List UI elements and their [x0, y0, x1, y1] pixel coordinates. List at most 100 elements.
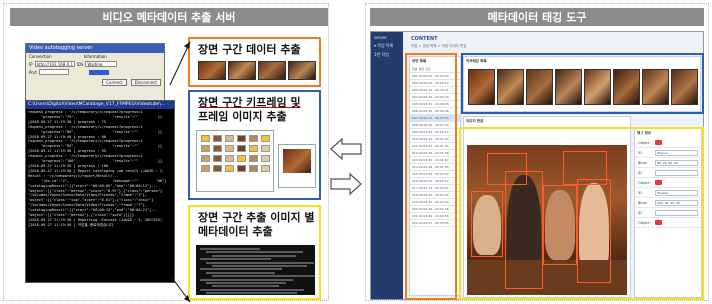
keyframe-strip — [468, 69, 698, 105]
thumbnail[interactable] — [213, 145, 222, 152]
connect-button[interactable]: Connect — [102, 79, 127, 86]
bbox[interactable] — [577, 179, 611, 283]
scene-row[interactable]: 013 00:01:39 - 00:01:47 — [410, 157, 460, 164]
scene-row[interactable]: 006 00:00:39 - 00:00:46 — [410, 108, 460, 115]
scene-row[interactable]: 008 00:00:56 - 00:01:03 — [410, 122, 460, 129]
delete-tag-button[interactable] — [655, 220, 662, 225]
scene-row[interactable]: 019 00:02:31 - 00:02:39 — [410, 199, 460, 206]
console-line: "progress":"80", "results":"" }} — [40, 129, 163, 134]
tag-value-field[interactable] — [655, 169, 698, 176]
scene-row[interactable]: 001 00:00:00 - 00:00:04 — [410, 73, 460, 80]
disconnect-button[interactable]: Disconnect — [130, 79, 161, 86]
scene-row[interactable]: 021 00:02:49 - 00:02:56 — [410, 213, 460, 220]
thumbnail[interactable] — [225, 135, 234, 142]
thumbnail[interactable] — [261, 135, 270, 142]
thumbnail[interactable] — [249, 155, 258, 162]
thumbnail[interactable] — [225, 145, 234, 152]
tag-label: Object — [638, 140, 650, 145]
console-line: "/Volumes/Vayne/Scene/Data/Video/Friends… — [28, 203, 147, 208]
port-field[interactable] — [38, 69, 69, 75]
scene-row[interactable]: 016 00:02:05 - 00:02:12 — [410, 178, 460, 185]
scene-row[interactable]: 009 00:01:04 - 00:01:12 — [410, 129, 460, 136]
keyframe-thumbnail[interactable] — [555, 69, 582, 105]
console-line: request_progress : ~/c/temporary/c/reque… — [28, 139, 143, 144]
keyframe-thumbnail[interactable] — [671, 69, 698, 105]
scene-row[interactable]: 005 00:00:31 - 00:00:38 — [410, 101, 460, 108]
bbox[interactable] — [487, 153, 527, 185]
nav-item[interactable]: server — [371, 32, 403, 40]
thumbnail[interactable] — [249, 145, 258, 152]
thumbnail[interactable] — [201, 135, 210, 142]
film-frame — [198, 61, 226, 80]
tag-value-field[interactable] — [655, 209, 698, 216]
thumbnail[interactable] — [261, 155, 270, 162]
thumbnail[interactable] — [237, 135, 246, 142]
tag-row: Bbox 200, 30, 55, 90 — [635, 198, 701, 208]
preview-window — [278, 144, 316, 188]
keyframe-thumbnail[interactable] — [497, 69, 524, 105]
scene-row[interactable]: 004 00:00:22 - 00:00:30 — [410, 94, 460, 101]
keyframe-thumbnail[interactable] — [613, 69, 640, 105]
thumbnail[interactable] — [213, 135, 222, 142]
thumbnail[interactable] — [237, 145, 246, 152]
scene-row[interactable]: 002 00:00:05 - 00:00:12 — [410, 80, 460, 87]
metadata-line — [200, 248, 260, 250]
tag-row: ID Phoebe — [635, 188, 701, 198]
bbox[interactable] — [505, 171, 543, 289]
thumbnail[interactable] — [201, 155, 210, 162]
thumbnail[interactable] — [261, 165, 270, 172]
scene-row[interactable]: 020 00:02:40 - 00:02:48 — [410, 206, 460, 213]
tag-value-field[interactable]: Phoebe — [655, 189, 698, 196]
scene-row[interactable]: 015 00:01:56 - 00:02:04 — [410, 171, 460, 178]
scene-row[interactable]: 003 00:00:13 - 00:00:21 — [410, 87, 460, 94]
thumbnail[interactable] — [237, 165, 246, 172]
thumbnail[interactable] — [201, 145, 210, 152]
keyframe-thumbnail[interactable] — [584, 69, 611, 105]
scene-row[interactable]: 번호 장면 구간 — [410, 66, 460, 73]
tag-value-field[interactable]: Monica — [655, 149, 698, 156]
tag-label: ID — [638, 190, 642, 195]
thumbnail[interactable] — [201, 165, 210, 172]
nav-item[interactable] — [371, 61, 403, 64]
preview-image — [283, 149, 311, 173]
bbox[interactable] — [563, 151, 607, 185]
scene-row[interactable]: 012 00:01:30 - 00:01:38 — [410, 150, 460, 157]
thumbnail-grid — [197, 131, 273, 176]
metadata-line — [206, 261, 314, 264]
metadata-line — [212, 265, 307, 267]
scene-row[interactable]: 011 00:01:21 - 00:01:29 — [410, 143, 460, 150]
scene-list-title: 장면 목록 — [412, 59, 427, 63]
scene-row[interactable]: 017 00:02:13 - 00:02:21 — [410, 185, 460, 192]
scene-row[interactable]: 018 00:02:22 - 00:02:30 — [410, 192, 460, 199]
console-line: "object":[{"class":"cup","score":"0.61"}… — [28, 198, 154, 203]
keyframe-thumbnail[interactable] — [526, 69, 553, 105]
scene-image[interactable] — [467, 145, 627, 295]
tag-value-field[interactable]: 80, 25, 60, 95 — [655, 159, 698, 166]
tag-row: ID — [635, 168, 701, 178]
thumbnail[interactable] — [249, 165, 258, 172]
delete-tag-button[interactable] — [655, 140, 662, 145]
thumbnail[interactable] — [225, 165, 234, 172]
bbox[interactable] — [543, 185, 577, 265]
keyframe-thumbnail[interactable] — [642, 69, 669, 105]
breadcrumb: 작업 > 영상 목록 > 작업 이미지 편집 — [411, 44, 467, 48]
thumbnail[interactable] — [225, 155, 234, 162]
nav-item[interactable]: 1번 작업 — [371, 49, 403, 58]
thumbnail[interactable] — [213, 155, 222, 162]
keyframe-thumbnail[interactable] — [468, 69, 495, 105]
scene-row[interactable]: 010 00:01:13 - 00:01:20 — [410, 136, 460, 143]
left-panel-title: 비디오 메타데이터 추출 서버 — [10, 8, 328, 26]
port-label: Port — [29, 69, 37, 75]
delete-tag-button[interactable] — [655, 180, 662, 185]
thumbnail[interactable] — [237, 155, 246, 162]
scene-row[interactable]: 014 00:01:48 - 00:01:55 — [410, 164, 460, 171]
thumbnail[interactable] — [213, 165, 222, 172]
bbox[interactable] — [471, 191, 503, 257]
thumbnail[interactable] — [261, 145, 270, 152]
scene-row[interactable]: 007 00:00:47 - 00:00:55 — [410, 115, 460, 122]
scene-row[interactable]: 022 00:02:57 - 00:03:05 — [410, 220, 460, 227]
nav-item[interactable]: ▾ 작업 목록 — [371, 40, 403, 49]
ip-field[interactable]: http://192.168.0.1 — [34, 61, 75, 67]
tag-value-field[interactable]: 200, 30, 55, 90 — [655, 199, 698, 206]
thumbnail[interactable] — [249, 135, 258, 142]
